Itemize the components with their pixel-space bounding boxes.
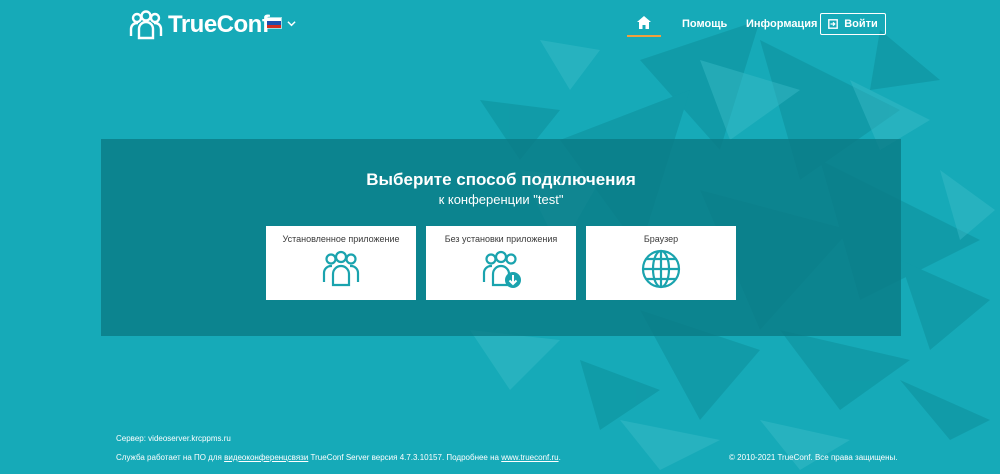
trueconf-site-link[interactable]: www.trueconf.ru bbox=[501, 453, 558, 462]
connection-panel: Выберите способ подключения к конференци… bbox=[101, 139, 901, 336]
service-info: Служба работает на ПО для видеоконференц… bbox=[116, 453, 561, 462]
logo[interactable]: TrueConf bbox=[128, 8, 270, 42]
users-download-icon bbox=[482, 250, 521, 288]
header: TrueConf Помощь Информация Войти bbox=[0, 0, 1000, 50]
option-no-install[interactable]: Без установки приложения bbox=[426, 226, 576, 300]
nav-help[interactable]: Помощь bbox=[682, 18, 727, 30]
option-browser[interactable]: Браузер bbox=[586, 226, 736, 300]
nav-home[interactable] bbox=[627, 13, 661, 37]
option-installed-app[interactable]: Установленное приложение bbox=[266, 226, 416, 300]
page-title: Выберите способ подключения bbox=[366, 170, 636, 189]
service-text: . bbox=[558, 453, 561, 462]
users-group-icon bbox=[322, 250, 360, 287]
login-icon bbox=[828, 19, 839, 29]
service-text: Служба работает на ПО для bbox=[116, 453, 222, 462]
login-button[interactable]: Войти bbox=[820, 13, 886, 35]
russia-flag-icon bbox=[266, 17, 282, 29]
server-info: Сервер: videoserver.krcppms.ru bbox=[116, 434, 231, 443]
chevron-down-icon bbox=[287, 20, 296, 26]
globe-icon bbox=[641, 249, 681, 289]
nav-info[interactable]: Информация bbox=[746, 18, 817, 30]
copyright: © 2010-2021 TrueConf. Все права защищены… bbox=[729, 453, 898, 462]
service-text: TrueConf Server версия 4.7.3.10157. Подр… bbox=[310, 453, 499, 462]
option-label: Установленное приложение bbox=[282, 234, 400, 244]
logo-icon bbox=[129, 10, 163, 40]
login-label: Войти bbox=[844, 18, 878, 30]
option-label: Без установки приложения bbox=[444, 234, 558, 244]
language-selector[interactable] bbox=[266, 17, 296, 29]
videoconferencing-link[interactable]: видеоконференцсвязи bbox=[224, 453, 308, 462]
conference-subtitle: к конференции "test" bbox=[438, 192, 564, 207]
logo-text: TrueConf bbox=[168, 11, 270, 38]
home-icon bbox=[637, 16, 651, 29]
option-label: Браузер bbox=[643, 234, 679, 244]
